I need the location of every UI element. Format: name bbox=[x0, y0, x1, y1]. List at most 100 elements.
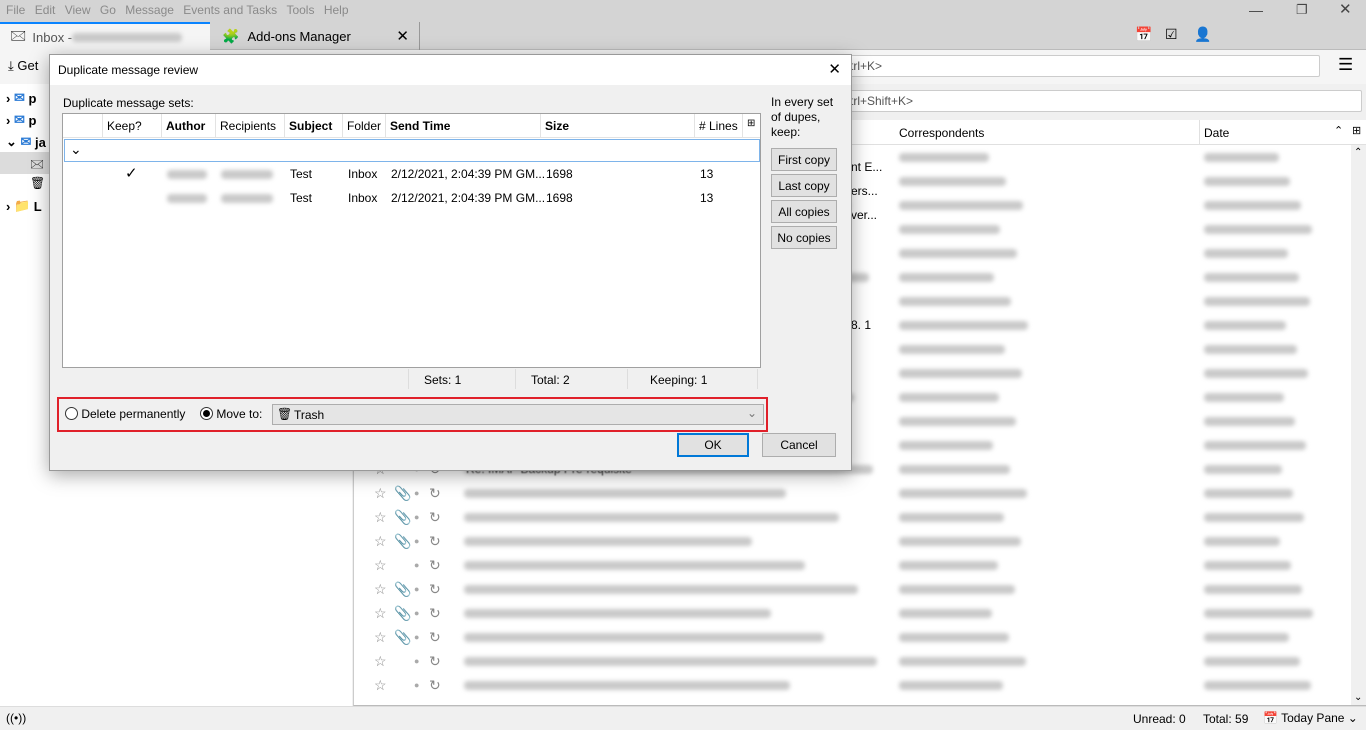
folder-account-2[interactable]: › ✉ p bbox=[6, 110, 36, 130]
dialog-close-button[interactable]: ✕ bbox=[828, 55, 841, 85]
trash-icon: 🗑 bbox=[277, 407, 293, 421]
column-picker-icon[interactable]: ⊞ bbox=[747, 118, 755, 129]
get-messages-button[interactable]: ⤓ Get bbox=[8, 58, 38, 74]
column-picker-icon[interactable]: ⊞ bbox=[1352, 124, 1361, 137]
col-size[interactable]: Size bbox=[541, 114, 695, 138]
menu-bar: File Edit View Go Message Events and Tas… bbox=[0, 0, 1366, 22]
folder-trash[interactable]: 🗑 bbox=[30, 176, 45, 190]
star-icon[interactable]: ☆ bbox=[374, 605, 387, 622]
col-send-time[interactable]: Send Time bbox=[386, 114, 541, 138]
message-row[interactable]: ☆ 📎 ● ↻ bbox=[354, 601, 1351, 625]
tasks-icon[interactable]: ☑ bbox=[1165, 26, 1178, 43]
read-status-icon[interactable]: ● bbox=[414, 680, 419, 690]
table-row[interactable]: ✓ Test Inbox 2/12/2021, 2:04:39 PM GM...… bbox=[63, 162, 760, 186]
star-icon[interactable]: ☆ bbox=[374, 557, 387, 574]
hamburger-menu-icon[interactable]: ☰ bbox=[1338, 55, 1353, 75]
redacted-date bbox=[1204, 177, 1290, 186]
read-status-icon[interactable]: ● bbox=[414, 608, 419, 618]
column-correspondents[interactable]: Correspondents bbox=[899, 126, 984, 140]
quick-filter-input[interactable]: trl+Shift+K> bbox=[845, 90, 1362, 112]
cancel-button[interactable]: Cancel bbox=[762, 433, 836, 457]
restore-button[interactable]: ❐ bbox=[1296, 0, 1308, 20]
col-author[interactable]: Author bbox=[162, 114, 216, 138]
search-input[interactable]: trl+K> bbox=[845, 55, 1320, 77]
col-folder[interactable]: Folder bbox=[343, 114, 386, 138]
menu-view[interactable]: View bbox=[65, 0, 91, 20]
menu-go[interactable]: Go bbox=[100, 0, 116, 20]
menu-tools[interactable]: Tools bbox=[286, 0, 314, 20]
read-status-icon[interactable]: ● bbox=[414, 536, 419, 546]
all-copies-button[interactable]: All copies bbox=[771, 200, 837, 223]
read-status-icon[interactable]: ● bbox=[414, 656, 419, 666]
star-icon[interactable]: ☆ bbox=[374, 629, 387, 646]
junk-status-icon[interactable]: ↻ bbox=[429, 629, 441, 646]
col-recipients[interactable]: Recipients bbox=[216, 114, 285, 138]
close-tab-icon[interactable]: ✕ bbox=[396, 27, 409, 45]
first-copy-button[interactable]: First copy bbox=[771, 148, 837, 171]
read-status-icon[interactable]: ● bbox=[414, 584, 419, 594]
minimize-button[interactable]: — bbox=[1249, 0, 1263, 20]
redacted-date bbox=[1204, 153, 1279, 162]
download-icon: ⤓ bbox=[8, 58, 14, 73]
menu-message[interactable]: Message bbox=[125, 0, 174, 20]
scrollbar[interactable]: ⌃ ⌄ bbox=[1351, 145, 1366, 705]
message-row[interactable]: ☆ 📎 ● ↻ bbox=[354, 577, 1351, 601]
junk-status-icon[interactable]: ↻ bbox=[429, 653, 441, 670]
folder-account-1[interactable]: › ✉ p bbox=[6, 88, 36, 108]
no-copies-button[interactable]: No copies bbox=[771, 226, 837, 249]
column-date[interactable]: Date bbox=[1199, 120, 1233, 145]
star-icon[interactable]: ☆ bbox=[374, 581, 387, 598]
star-icon[interactable]: ☆ bbox=[374, 653, 387, 670]
message-row[interactable]: ☆ ● ↻ bbox=[354, 673, 1351, 697]
message-row[interactable]: ☆ 📎 ● ↻ bbox=[354, 481, 1351, 505]
read-status-icon[interactable]: ● bbox=[414, 488, 419, 498]
star-icon[interactable]: ☆ bbox=[374, 533, 387, 550]
col-subject[interactable]: Subject bbox=[285, 114, 343, 138]
junk-status-icon[interactable]: ↻ bbox=[429, 677, 441, 694]
star-icon[interactable]: ☆ bbox=[374, 509, 387, 526]
read-status-icon[interactable]: ● bbox=[414, 632, 419, 642]
tab-inbox[interactable]: 🖂 Inbox - bbox=[0, 22, 210, 50]
read-status-icon[interactable]: ● bbox=[414, 512, 419, 522]
junk-status-icon[interactable]: ↻ bbox=[429, 533, 441, 550]
last-copy-button[interactable]: Last copy bbox=[771, 174, 837, 197]
redacted-date bbox=[1204, 297, 1310, 306]
col-lines[interactable]: # Lines bbox=[695, 114, 743, 138]
keep-check-icon[interactable]: ✓ bbox=[125, 162, 138, 186]
tab-addons[interactable]: 🧩 Add-ons Manager ✕ bbox=[212, 22, 420, 50]
ok-button[interactable]: OK bbox=[677, 433, 749, 457]
message-row[interactable]: ☆ ● ↻ bbox=[354, 649, 1351, 673]
move-to-radio[interactable]: Move to: bbox=[200, 407, 262, 421]
target-folder-select[interactable]: 🗑 Trash ⌄ bbox=[272, 404, 764, 425]
col-keep[interactable]: Keep? bbox=[103, 114, 162, 138]
star-icon[interactable]: ☆ bbox=[374, 677, 387, 694]
star-icon[interactable]: ☆ bbox=[374, 485, 387, 502]
junk-status-icon[interactable]: ↻ bbox=[429, 605, 441, 622]
message-row[interactable]: ☆ 📎 ● ↻ bbox=[354, 529, 1351, 553]
read-status-icon[interactable]: ● bbox=[414, 560, 419, 570]
menu-events[interactable]: Events and Tasks bbox=[183, 0, 277, 20]
today-pane-button[interactable]: 📅 Today Pane ⌄ bbox=[1263, 711, 1358, 725]
delete-permanently-radio[interactable]: Delete permanently bbox=[65, 407, 185, 421]
junk-status-icon[interactable]: ↻ bbox=[429, 557, 441, 574]
message-row[interactable]: ☆ 📎 ● ↻ bbox=[354, 505, 1351, 529]
menu-file[interactable]: File bbox=[6, 0, 25, 20]
junk-status-icon[interactable]: ↻ bbox=[429, 485, 441, 502]
junk-status-icon[interactable]: ↻ bbox=[429, 509, 441, 526]
calendar-icon[interactable]: 📅 bbox=[1135, 26, 1152, 43]
table-row[interactable]: Test Inbox 2/12/2021, 2:04:39 PM GM... 1… bbox=[63, 186, 760, 210]
address-book-icon[interactable]: 👤 bbox=[1194, 26, 1211, 43]
menu-help[interactable]: Help bbox=[324, 0, 349, 20]
folder-account-3[interactable]: ⌄ ✉ ja bbox=[6, 132, 46, 152]
message-row[interactable]: ☆ ● ↻ bbox=[354, 553, 1351, 577]
menu-edit[interactable]: Edit bbox=[35, 0, 56, 20]
set-group-row[interactable]: ⌄ bbox=[64, 139, 760, 162]
tab-bar: 🖂 Inbox - 🧩 Add-ons Manager ✕ 📅 ☑ 👤 bbox=[0, 22, 1366, 50]
junk-status-icon[interactable]: ↻ bbox=[429, 581, 441, 598]
close-window-button[interactable]: ✕ bbox=[1339, 0, 1352, 20]
online-status-icon[interactable]: ((•)) bbox=[6, 711, 26, 725]
message-row[interactable]: ☆ 📎 ● ↻ bbox=[354, 625, 1351, 649]
folder-local[interactable]: › 📁 L bbox=[6, 196, 42, 216]
duplicate-review-dialog: Duplicate message review ✕ Duplicate mes… bbox=[49, 54, 852, 471]
redacted-subject bbox=[464, 585, 858, 594]
